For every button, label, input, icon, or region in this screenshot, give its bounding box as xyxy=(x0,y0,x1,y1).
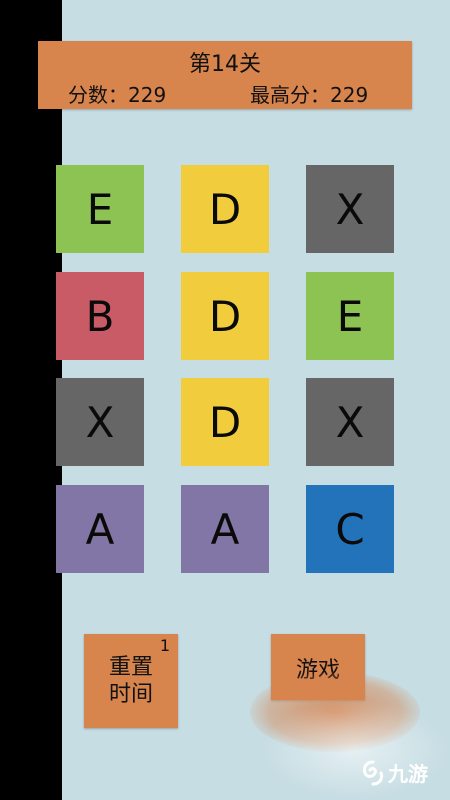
jiuyou-logo-icon xyxy=(362,760,384,785)
letter-tile[interactable]: E xyxy=(56,165,144,253)
letter-tile[interactable]: D xyxy=(181,272,269,360)
letter-tile[interactable]: D xyxy=(181,378,269,466)
level-header: 第14关 分数：229 最高分：229 xyxy=(38,41,412,109)
reset-time-button[interactable]: 重置 时间 1 xyxy=(84,634,178,728)
best-score: 最高分：229 xyxy=(250,83,369,107)
reset-time-label: 重置 时间 xyxy=(84,654,178,708)
game-button-label: 游戏 xyxy=(295,658,340,683)
watermark-text: 九游 xyxy=(388,762,428,786)
jiuyou-watermark: 九游 xyxy=(360,758,428,787)
reset-time-count-badge: 1 xyxy=(159,636,170,655)
reset-time-label-line2: 时间 xyxy=(108,682,153,707)
level-title: 第14关 xyxy=(189,52,261,77)
letter-tile[interactable]: A xyxy=(56,485,144,573)
letter-tile[interactable]: D xyxy=(181,165,269,253)
letter-tile[interactable]: X xyxy=(306,378,394,466)
left-black-bar xyxy=(0,0,62,800)
reset-time-label-line1: 重置 xyxy=(108,655,153,680)
letter-tile[interactable]: E xyxy=(306,272,394,360)
current-score: 分数：229 xyxy=(68,83,167,107)
letter-tile[interactable]: X xyxy=(56,378,144,466)
game-button[interactable]: 游戏 xyxy=(271,634,365,700)
letter-tile[interactable]: B xyxy=(56,272,144,360)
letter-tile[interactable]: X xyxy=(306,165,394,253)
game-screen: 第14关 分数：229 最高分：229 EDXBDEXDXAAC 重置 时间 1… xyxy=(0,0,450,800)
letter-tile[interactable]: A xyxy=(181,485,269,573)
letter-tile[interactable]: C xyxy=(306,485,394,573)
